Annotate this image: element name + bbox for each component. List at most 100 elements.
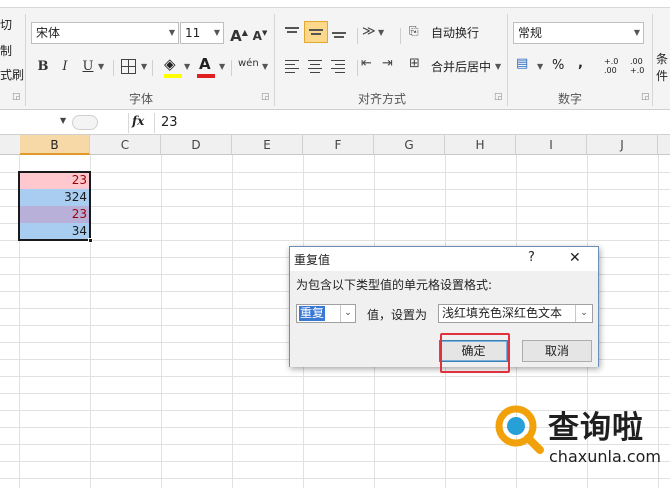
borders-dropdown-icon[interactable]: ▼ — [141, 62, 147, 71]
column-header-j[interactable]: J — [587, 135, 658, 155]
alignment-group-label: 对齐方式 — [358, 92, 407, 106]
font-name-select[interactable]: 宋体 ▼ — [31, 22, 179, 44]
chevron-down-icon: ⌄ — [575, 305, 592, 322]
italic-button[interactable]: I — [55, 56, 75, 78]
align-center-icon[interactable] — [306, 58, 324, 74]
fill-color-dropdown-icon[interactable]: ▼ — [184, 62, 190, 71]
ok-highlight-box — [440, 333, 510, 373]
grid-line — [0, 393, 670, 394]
column-header-d[interactable]: D — [161, 135, 232, 155]
grow-font-button[interactable]: A▲ — [229, 22, 249, 45]
accounting-format-icon[interactable]: ▤ — [516, 56, 528, 71]
font-name-value: 宋体 — [36, 26, 61, 40]
font-size-select[interactable]: 11 ▼ — [180, 22, 224, 44]
chevron-down-icon: ▼ — [213, 28, 220, 37]
name-box[interactable]: ▼ — [0, 113, 70, 132]
fill-color-swatch — [164, 74, 182, 78]
format-value: 浅红填充色深红色文本 — [442, 306, 563, 320]
percent-style-button[interactable]: % — [552, 58, 564, 73]
grid-line — [0, 172, 670, 173]
align-right-icon[interactable] — [329, 58, 347, 74]
format-select[interactable]: 浅红填充色深红色文本 ⌄ — [438, 304, 593, 323]
chevron-down-icon: ▼ — [60, 116, 67, 125]
column-header-f[interactable]: F — [303, 135, 374, 155]
value-type-select[interactable]: 重复 ⌄ — [296, 304, 356, 323]
decrease-decimal-button[interactable]: .00 +.0 — [630, 57, 644, 75]
grid-line — [0, 240, 670, 241]
group-separator — [274, 14, 275, 106]
chevron-down-icon: ▼ — [168, 28, 175, 37]
column-header-e[interactable]: E — [232, 135, 303, 155]
ribbon: 切 制 式刷 ◲ 宋体 ▼ 11 ▼ A▲ A▼ B I U ▼ ▼ ◈ ▼ A… — [0, 0, 670, 110]
font-size-value: 11 — [185, 26, 201, 40]
underline-button[interactable]: U — [78, 56, 98, 78]
fill-handle[interactable] — [88, 238, 93, 243]
merge-center-dropdown-icon[interactable]: ▼ — [495, 62, 501, 71]
format-painter-button[interactable]: 式刷 — [0, 66, 24, 83]
grid-line — [0, 189, 670, 190]
watermark-brand: 查询啦 — [548, 410, 644, 446]
borders-icon[interactable] — [121, 59, 136, 74]
merge-center-button[interactable]: 合并后居中 — [431, 58, 491, 75]
bold-button[interactable]: B — [33, 56, 53, 78]
divider — [154, 113, 155, 133]
grid-line — [658, 155, 659, 488]
increase-indent-icon[interactable]: ⇥ — [382, 56, 393, 71]
alignment-launcher-icon[interactable]: ◲ — [494, 92, 503, 102]
wrap-text-icon[interactable]: ⎘ — [409, 24, 419, 39]
align-left-icon[interactable] — [283, 58, 301, 74]
watermark-domain: chaxunla.com — [549, 447, 661, 466]
formula-splitter[interactable] — [72, 115, 98, 130]
align-top-icon[interactable] — [283, 24, 301, 40]
divider — [152, 60, 153, 76]
divider — [113, 60, 114, 76]
increase-decimal-button[interactable]: +.0 .00 — [604, 57, 618, 75]
grid-line — [0, 478, 670, 479]
clipboard-launcher-icon[interactable]: ◲ — [12, 92, 21, 102]
underline-dropdown-icon[interactable]: ▼ — [98, 62, 104, 71]
help-button[interactable]: ? — [528, 250, 535, 265]
underline-label: U — [82, 59, 94, 74]
insert-function-button[interactable]: fx — [132, 114, 144, 128]
divider — [357, 28, 358, 44]
orientation-dropdown-icon[interactable]: ▼ — [378, 28, 384, 37]
column-header-c[interactable]: C — [90, 135, 161, 155]
font-color-dropdown-icon[interactable]: ▼ — [219, 62, 225, 71]
cancel-button[interactable]: 取消 — [522, 340, 592, 362]
comma-style-button[interactable]: , — [578, 56, 583, 71]
column-header-h[interactable]: H — [445, 135, 516, 155]
grow-font-icon: A — [230, 27, 242, 45]
chevron-down-icon: ⌄ — [340, 305, 355, 322]
column-header-g[interactable]: G — [374, 135, 445, 155]
accounting-dropdown-icon[interactable]: ▼ — [537, 62, 543, 71]
align-middle-button[interactable] — [304, 21, 328, 43]
font-color-icon[interactable]: A — [199, 55, 211, 73]
wrap-text-button[interactable]: 自动换行 — [431, 24, 479, 41]
shrink-font-button[interactable]: A▼ — [250, 22, 270, 44]
font-color-swatch — [197, 74, 215, 78]
orientation-icon[interactable]: ≫ — [362, 24, 376, 39]
copy-button[interactable]: 制 — [0, 42, 12, 59]
selection-border — [18, 171, 91, 241]
conditional-format-button[interactable]: 条件 — [656, 50, 670, 84]
decrease-indent-icon[interactable]: ⇤ — [361, 56, 372, 71]
set-to-label: 值，设置为 — [367, 308, 428, 322]
phonetic-dropdown-icon[interactable]: ▼ — [262, 62, 268, 71]
grid-line — [161, 155, 162, 488]
column-header-b[interactable]: B — [20, 135, 90, 155]
column-header-i[interactable]: I — [516, 135, 587, 155]
phonetic-guide-icon[interactable]: wén — [238, 58, 259, 69]
divider — [231, 60, 232, 76]
number-launcher-icon[interactable]: ◲ — [641, 92, 650, 102]
fill-color-icon[interactable]: ◈ — [164, 55, 176, 73]
align-bottom-icon[interactable] — [330, 24, 348, 40]
number-format-select[interactable]: 常规 ▼ — [513, 22, 644, 44]
shrink-font-icon: A — [252, 29, 262, 43]
cut-button[interactable]: 切 — [0, 16, 12, 33]
merge-center-icon[interactable]: ⊞ — [409, 56, 420, 71]
chaxunla-logo-icon — [494, 404, 546, 456]
close-button[interactable]: ✕ — [569, 250, 581, 266]
formula-input[interactable]: 23 — [161, 115, 178, 130]
font-launcher-icon[interactable]: ◲ — [261, 92, 270, 102]
dialog-title: 重复值 — [294, 253, 331, 267]
